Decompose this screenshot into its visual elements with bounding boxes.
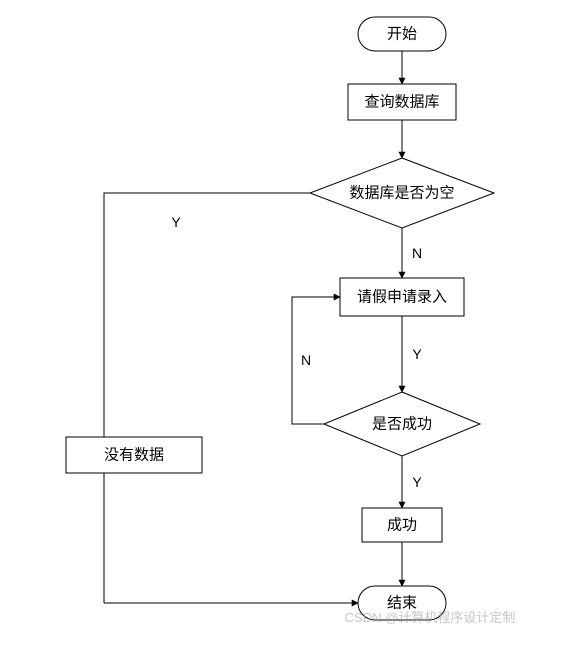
- node-db-empty: 数据库是否为空: [310, 158, 494, 228]
- node-success: 成功: [362, 508, 442, 542]
- node-no-data-label: 没有数据: [104, 447, 164, 464]
- node-enter-leave-label: 请假申请录入: [357, 289, 447, 306]
- node-query-db: 查询数据库: [348, 84, 456, 120]
- node-is-success: 是否成功: [324, 392, 480, 456]
- edge-issuccess-no: [292, 297, 340, 424]
- node-start-label: 开始: [387, 26, 417, 43]
- flowchart-diagram: 开始 查询数据库 数据库是否为空 N Y 请假申请录入 Y 是否成功 N Y 没…: [0, 0, 582, 649]
- label-enterleave-yes: Y: [412, 346, 422, 362]
- node-enter-leave: 请假申请录入: [340, 278, 464, 316]
- label-issuccess-yes: Y: [412, 474, 422, 490]
- edge-dbempty-yes: [104, 193, 310, 586]
- node-query-db-label: 查询数据库: [364, 94, 439, 111]
- node-is-success-label: 是否成功: [372, 416, 432, 433]
- label-issuccess-no: N: [301, 352, 311, 368]
- watermark-text: CSDN @计算机程序设计定制: [345, 610, 516, 625]
- node-success-label: 成功: [387, 517, 417, 534]
- node-start: 开始: [358, 17, 446, 51]
- node-db-empty-label: 数据库是否为空: [349, 185, 454, 202]
- label-dbempty-yes: Y: [171, 214, 181, 230]
- label-dbempty-no: N: [412, 245, 422, 261]
- node-no-data: 没有数据: [66, 437, 202, 473]
- node-end-label: 结束: [387, 595, 417, 612]
